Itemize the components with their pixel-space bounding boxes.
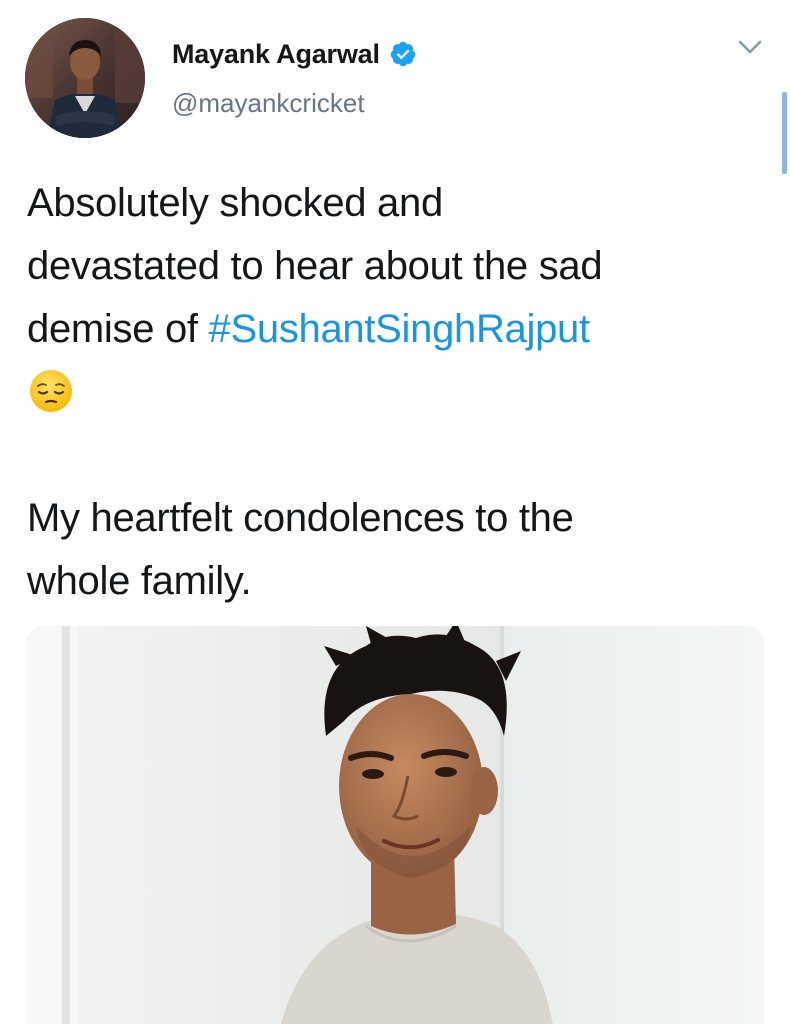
verified-badge-icon (389, 40, 417, 68)
author-display-name[interactable]: Mayank Agarwal (172, 39, 380, 70)
tweet-line: Absolutely shocked and (27, 181, 443, 225)
tweet-line (27, 361, 767, 424)
tweet-text-fragment: demise of (27, 307, 209, 351)
tweet-line: devastated to hear about the sad (27, 244, 603, 288)
tweet-line: demise of #SushantSinghRajput (27, 298, 767, 361)
author-name-row: Mayank Agarwal (172, 34, 417, 74)
media-photo (26, 626, 764, 1024)
chevron-down-icon[interactable] (735, 36, 765, 58)
pensive-face-icon (27, 367, 75, 415)
tweet-line: whole family. (27, 559, 252, 603)
hashtag-link[interactable]: #SushantSinghRajput (209, 307, 591, 351)
tweet-text: Absolutely shocked and devastated to hea… (27, 172, 767, 613)
author-handle[interactable]: @mayankcricket (172, 88, 365, 119)
tweet-media-image[interactable] (26, 626, 764, 1024)
tweet-card[interactable]: Mayank Agarwal @mayankcricket Absolutely… (0, 0, 790, 1024)
author-avatar[interactable] (25, 18, 145, 138)
scrollbar[interactable] (782, 92, 787, 174)
tweet-line: My heartfelt condolences to the (27, 496, 574, 540)
avatar-photo (25, 18, 145, 138)
